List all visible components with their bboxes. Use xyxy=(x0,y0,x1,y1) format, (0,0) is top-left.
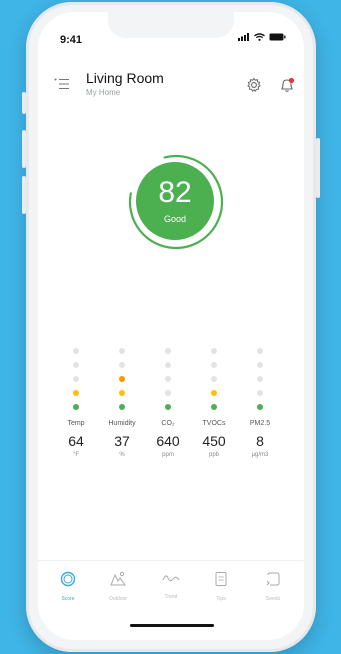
room-title[interactable]: Living Room xyxy=(86,70,164,86)
metric-unit: ppm xyxy=(162,452,174,458)
battery-icon xyxy=(269,33,286,41)
level-dot xyxy=(257,376,263,382)
metric-label: PM2.5 xyxy=(249,420,271,427)
level-dot xyxy=(211,376,217,382)
status-icons xyxy=(238,33,286,41)
metric-unit: ppb xyxy=(208,452,219,458)
metric-unit: % xyxy=(119,452,125,458)
tab-label: Tips xyxy=(216,596,226,602)
metric-label: CO₂ xyxy=(161,420,175,427)
gear-icon[interactable] xyxy=(246,77,262,93)
side-button-left-2 xyxy=(22,130,26,168)
tab-trend[interactable]: Trend xyxy=(146,571,196,600)
level-dot xyxy=(73,362,79,368)
metric-column[interactable]: Humidity 37% xyxy=(100,348,144,458)
tab-label: Trend xyxy=(164,594,178,600)
level-dot xyxy=(73,404,79,410)
status-time: 9:41 xyxy=(60,34,83,46)
seeds-icon xyxy=(248,571,298,592)
tab-label: Score xyxy=(61,596,75,602)
tab-label: Outdoor xyxy=(108,596,128,602)
tab-label: Seeds xyxy=(265,596,281,602)
score-label: Good xyxy=(163,214,187,224)
metric-value: 640 xyxy=(156,433,180,449)
tab-score[interactable]: Score xyxy=(43,571,93,602)
level-dot xyxy=(73,376,79,382)
tips-icon xyxy=(196,571,246,592)
signal-icon xyxy=(238,33,249,41)
wifi-icon xyxy=(254,33,265,41)
side-button-left-1 xyxy=(22,92,26,114)
tab-seeds[interactable]: Seeds xyxy=(248,571,298,602)
outdoor-icon xyxy=(93,571,143,592)
score-gauge[interactable]: 82 Good xyxy=(128,154,224,250)
metric-value: 450 xyxy=(202,433,226,449)
side-button-right xyxy=(316,138,320,198)
metric-unit: °F xyxy=(72,452,80,458)
level-dot xyxy=(257,348,263,354)
metric-label: Temp xyxy=(67,420,85,427)
level-dot xyxy=(165,362,171,368)
level-dot xyxy=(257,362,263,368)
bell-icon[interactable] xyxy=(278,76,296,94)
home-indicator[interactable] xyxy=(130,624,214,627)
phone-frame: 9:41 Living Room My Home 82 Good Temp 64… xyxy=(22,2,320,652)
level-dot xyxy=(119,348,125,354)
level-dot xyxy=(165,376,171,382)
score-value: 82 xyxy=(158,176,192,209)
level-dot xyxy=(211,362,217,368)
level-dot xyxy=(165,348,171,354)
level-dot xyxy=(257,390,263,396)
metric-column[interactable]: CO₂ 640 ppm xyxy=(146,348,190,458)
metric-column[interactable]: TVOCs 450 ppb xyxy=(192,348,236,458)
tab-bar: Score Outdoor Trend Tips Seeds xyxy=(38,560,304,617)
home-subtitle: My Home xyxy=(86,88,121,97)
notch xyxy=(108,12,234,38)
metric-label: TVOCs xyxy=(202,420,226,427)
level-dot xyxy=(119,404,125,410)
level-dot xyxy=(119,376,125,382)
metric-value: 8 xyxy=(256,433,264,449)
metric-column[interactable]: PM2.5 8 µg/m3 xyxy=(238,348,282,458)
level-dot xyxy=(119,390,125,396)
header: Living Room My Home xyxy=(38,64,304,104)
level-dot xyxy=(257,404,263,410)
side-button-left-3 xyxy=(22,176,26,214)
level-dot xyxy=(211,348,217,354)
score-ring-icon xyxy=(43,571,93,592)
metric-unit: µg/m3 xyxy=(251,452,269,458)
menu-icon[interactable] xyxy=(54,78,70,90)
tab-outdoor[interactable]: Outdoor xyxy=(93,571,143,602)
level-dot xyxy=(73,348,79,354)
tab-tips[interactable]: Tips xyxy=(196,571,246,602)
score-circle: 82 Good xyxy=(136,162,214,240)
level-dot xyxy=(73,390,79,396)
level-dot xyxy=(211,404,217,410)
metric-column[interactable]: Temp 64 °F xyxy=(54,348,98,458)
metric-value: 64 xyxy=(68,433,84,449)
trend-icon xyxy=(146,571,196,590)
metric-value: 37 xyxy=(114,433,130,449)
level-dot xyxy=(119,362,125,368)
level-dot xyxy=(165,404,171,410)
level-dot xyxy=(165,390,171,396)
level-dot xyxy=(211,390,217,396)
screen: 9:41 Living Room My Home 82 Good Temp 64… xyxy=(38,12,304,640)
metric-label: Humidity xyxy=(108,420,136,427)
